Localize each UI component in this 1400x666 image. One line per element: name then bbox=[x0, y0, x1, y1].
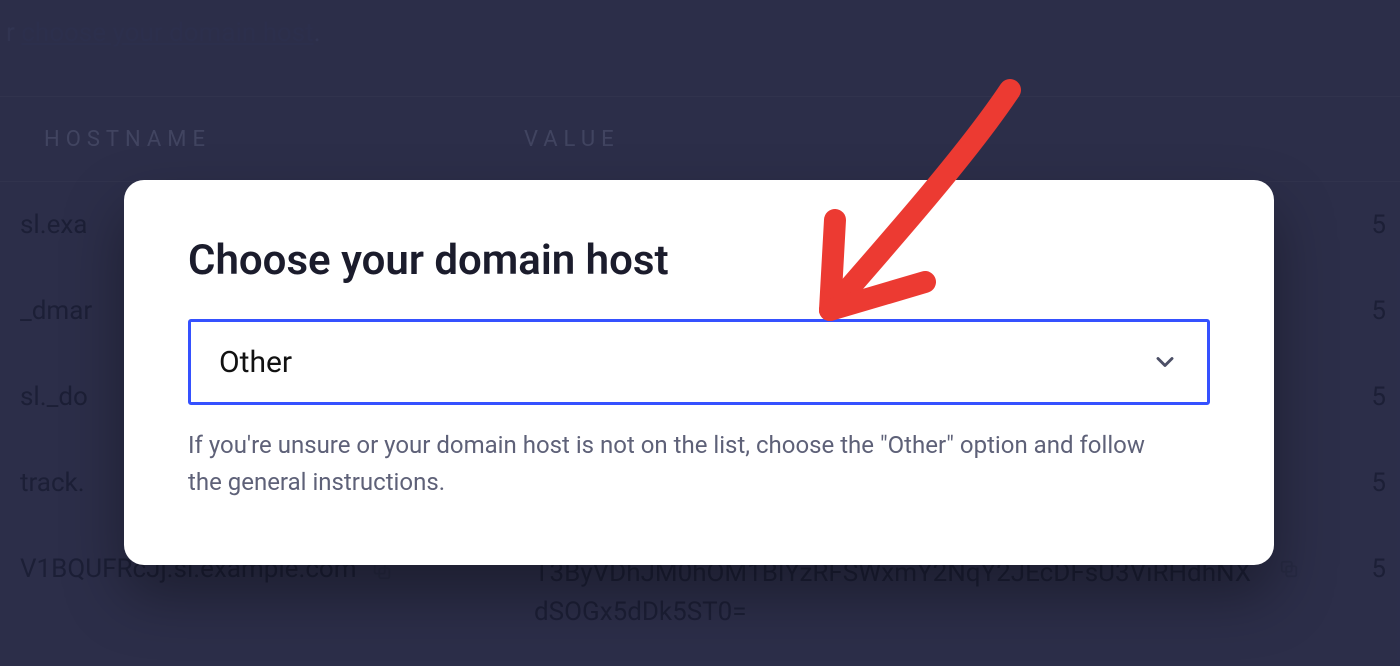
intro-suffix: . bbox=[314, 18, 321, 48]
hostname-text: _dmar bbox=[20, 296, 92, 326]
trailing-cell: 5 bbox=[1371, 554, 1400, 584]
choose-domain-host-modal: Choose your domain host Other If you're … bbox=[124, 180, 1274, 565]
trailing-cell: 5 bbox=[1371, 296, 1400, 326]
trailing-cell: 5 bbox=[1371, 468, 1400, 498]
trailing-cell: 5 bbox=[1371, 210, 1400, 240]
copy-icon[interactable] bbox=[1278, 558, 1300, 580]
select-value: Other bbox=[219, 345, 292, 380]
chevron-down-icon bbox=[1151, 348, 1179, 376]
trailing-cell: 5 bbox=[1371, 382, 1400, 412]
column-header-hostname: HOSTNAME bbox=[44, 127, 524, 152]
modal-title: Choose your domain host bbox=[188, 236, 1210, 285]
hostname-text: sl._do bbox=[20, 382, 88, 412]
table-header-row: HOSTNAME VALUE bbox=[0, 96, 1400, 182]
value-text: T3ByVDhJM0hOM1BlYzRFSWxmY2NqY2JEcDFsU3Vi… bbox=[534, 554, 1264, 632]
modal-hint: If you're unsure or your domain host is … bbox=[188, 427, 1148, 501]
intro-prefix: r bbox=[0, 18, 21, 48]
hostname-text: track. bbox=[20, 468, 85, 498]
intro-text: r choose your domain host. bbox=[0, 18, 321, 48]
hostname-text: sl.exa bbox=[20, 210, 87, 240]
column-header-value: VALUE bbox=[524, 127, 620, 152]
choose-domain-host-link[interactable]: choose your domain host bbox=[21, 18, 313, 48]
value-cell: T3ByVDhJM0hOM1BlYzRFSWxmY2NqY2JEcDFsU3Vi… bbox=[534, 554, 1344, 632]
domain-host-select[interactable]: Other bbox=[188, 319, 1210, 405]
